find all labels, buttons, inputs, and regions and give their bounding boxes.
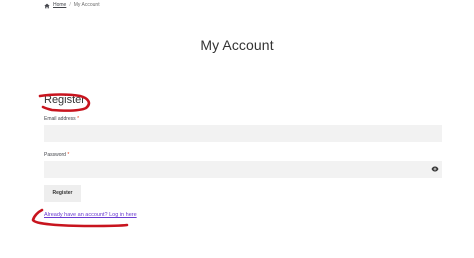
email-label: Email address * — [44, 116, 79, 122]
password-label-text: Password — [44, 152, 66, 158]
email-field[interactable] — [44, 125, 442, 142]
email-label-text: Email address — [44, 116, 76, 122]
required-marker: * — [77, 116, 80, 122]
required-marker: * — [67, 152, 70, 158]
breadcrumb-separator: / — [69, 2, 71, 8]
register-button[interactable]: Register — [44, 185, 81, 202]
password-label: Password * — [44, 152, 69, 158]
eye-icon[interactable] — [431, 165, 439, 173]
breadcrumb-home-link[interactable]: Home — [53, 1, 66, 10]
register-heading: Register — [44, 94, 85, 106]
page-title: My Account — [200, 37, 274, 53]
home-icon — [44, 3, 50, 9]
breadcrumb: Home / My Account — [44, 1, 100, 10]
breadcrumb-current: My Account — [73, 2, 100, 8]
login-link[interactable]: Already have an account? Log in here — [44, 212, 137, 218]
password-field[interactable] — [44, 161, 442, 178]
